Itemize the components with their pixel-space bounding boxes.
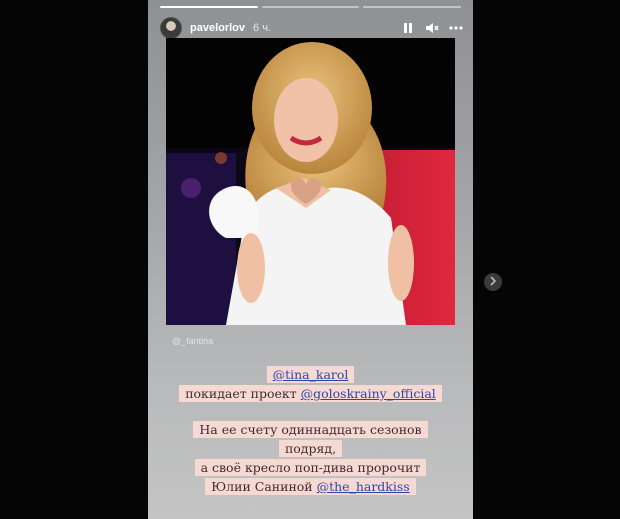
progress-segment (160, 6, 258, 8)
caption-block-2: На ее счету одиннадцать сезонов подряд, а … (148, 420, 473, 496)
speaker-muted-icon[interactable] (425, 21, 439, 35)
caption-line: На ее счету одиннадцать сезонов (199, 422, 422, 437)
story-viewer[interactable]: pavelorlov 6 ч. @_fantina @tina_karol по… (148, 0, 473, 519)
caption-block-1: @tina_karol покидает проект @goloskrainy_… (148, 365, 473, 403)
chevron-right-icon (489, 273, 497, 291)
username[interactable]: pavelorlov (190, 22, 245, 34)
photo-credit[interactable]: @_fantina (172, 336, 213, 346)
mention-link[interactable]: @goloskrainy_official (301, 386, 436, 401)
story-progress (160, 6, 462, 8)
story-photo (166, 38, 455, 325)
caption-text: покидает проект (185, 386, 301, 401)
next-story-button[interactable] (484, 273, 502, 291)
caption-line: Юлии Саниной (211, 479, 317, 494)
mention-link[interactable]: @the_hardkiss (317, 479, 410, 494)
caption-line: а своё кресло поп-дива пророчит (200, 460, 421, 475)
mention-link[interactable]: @tina_karol (273, 367, 349, 382)
caption-line: подряд, (284, 441, 337, 456)
progress-segment (261, 6, 360, 8)
story-controls (401, 21, 463, 35)
progress-segment (363, 6, 462, 8)
avatar[interactable] (160, 17, 182, 39)
more-horizontal-icon[interactable] (449, 21, 463, 35)
pause-icon[interactable] (401, 21, 415, 35)
timestamp: 6 ч. (253, 22, 271, 34)
